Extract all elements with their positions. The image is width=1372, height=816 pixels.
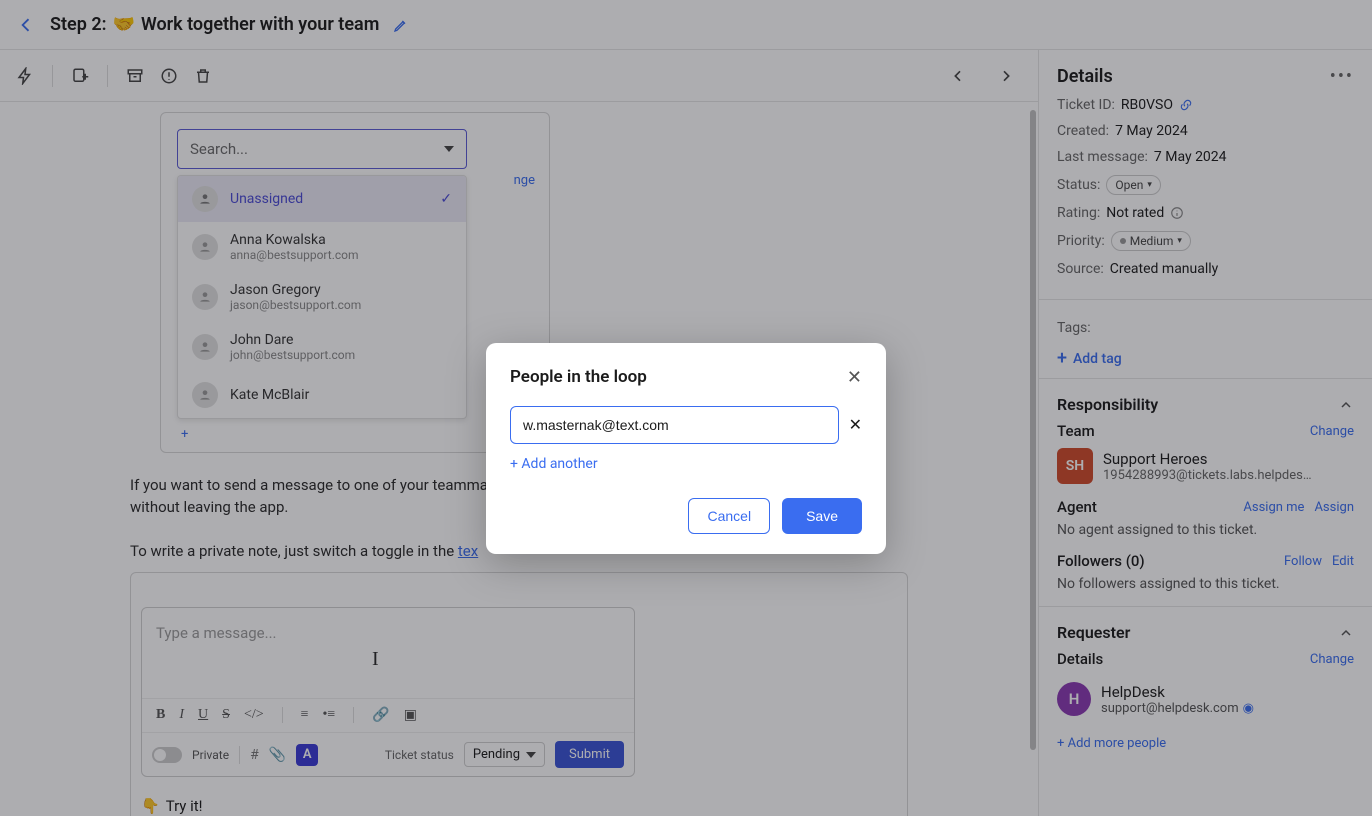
save-button[interactable]: Save bbox=[782, 498, 862, 534]
people-in-loop-modal: People in the loop ✕ ✕ + Add another Can… bbox=[486, 343, 886, 554]
cancel-button[interactable]: Cancel bbox=[688, 498, 770, 534]
email-input[interactable] bbox=[510, 406, 839, 444]
close-icon[interactable]: ✕ bbox=[847, 367, 862, 388]
add-another-link[interactable]: + Add another bbox=[510, 456, 598, 472]
modal-title: People in the loop bbox=[510, 367, 647, 387]
modal-overlay[interactable]: People in the loop ✕ ✕ + Add another Can… bbox=[0, 0, 1372, 816]
remove-email-button[interactable]: ✕ bbox=[849, 415, 862, 434]
